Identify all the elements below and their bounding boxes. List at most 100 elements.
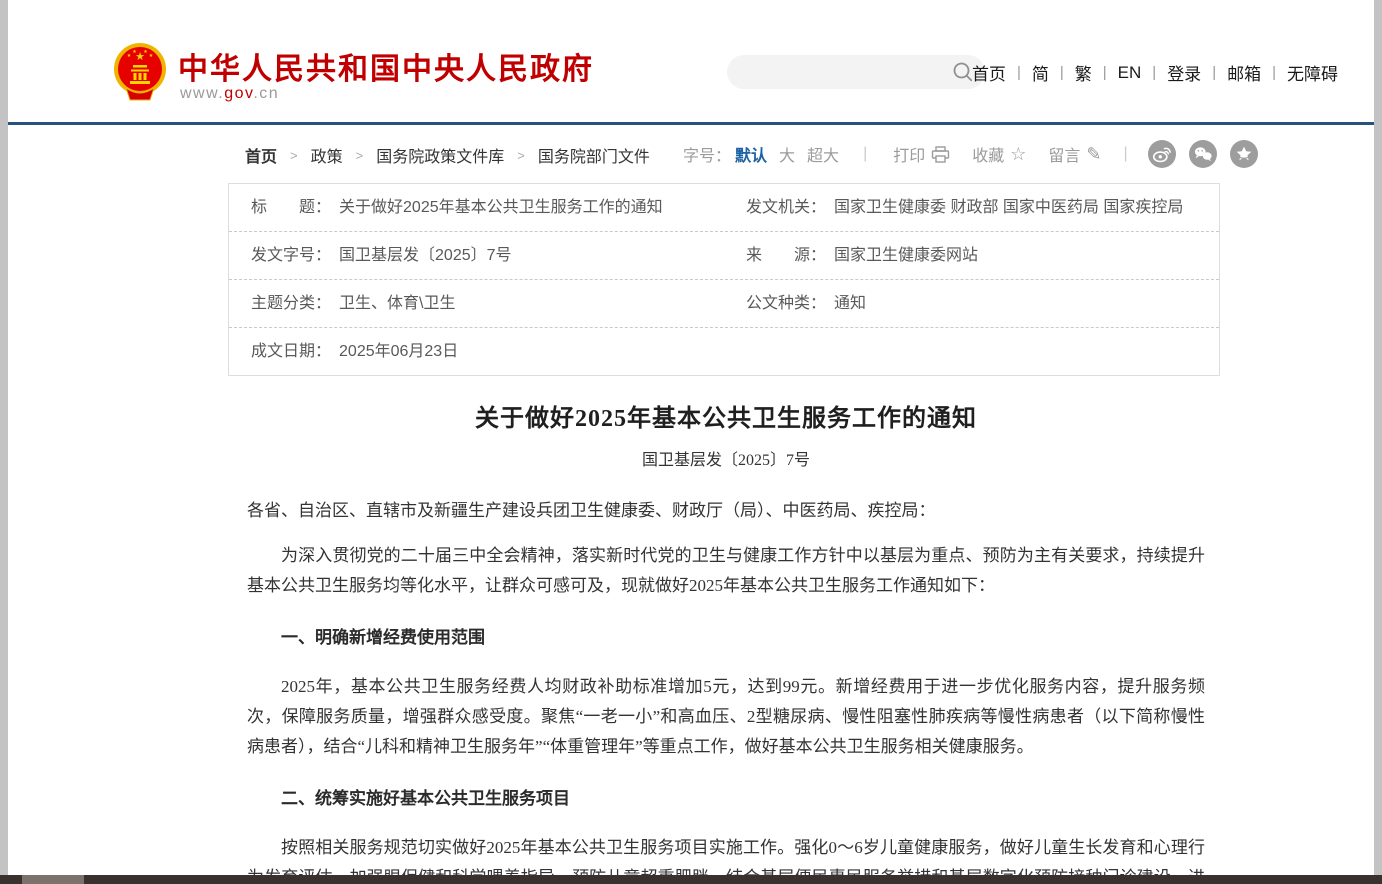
breadcrumb: 首页 > 政策 > 国务院政策文件库 > 国务院部门文件 <box>245 143 650 167</box>
breadcrumb-item-policy[interactable]: 政策 <box>311 143 343 167</box>
nav-item-mail[interactable]: 邮箱 <box>1227 60 1261 85</box>
site-url-www: www. <box>180 85 224 102</box>
nav-divider: | <box>1272 64 1276 81</box>
comment-label: 留言 <box>1048 142 1080 166</box>
favorite-label: 收藏 <box>972 142 1004 166</box>
meta-row: 标 题： 关于做好2025年基本公共卫生服务工作的通知 发文机关： 国家卫生健康… <box>229 184 1219 232</box>
print-label: 打印 <box>893 142 925 166</box>
right-edge-strip <box>1374 0 1382 884</box>
page: ★ ★ ★ ★ ★ 中华人民共和国中央人民政府 www.gov.cn <box>0 0 1382 884</box>
weibo-icon <box>1148 140 1176 168</box>
section-heading-2: 二、统筹实施好基本公共卫生服务项目 <box>247 784 1205 809</box>
share-weibo-button[interactable] <box>1148 140 1176 168</box>
divider: | <box>1124 145 1128 163</box>
meta-row: 成文日期： 2025年06月23日 <box>229 328 1219 375</box>
print-button[interactable]: 打印 <box>893 142 950 166</box>
meta-cell-source: 来 源： 国家卫生健康委网站 <box>724 232 1219 279</box>
left-edge-strip <box>0 0 8 884</box>
search-icon[interactable] <box>952 61 974 83</box>
share-wechat-button[interactable] <box>1189 140 1217 168</box>
meta-cell-title: 标 题： 关于做好2025年基本公共卫生服务工作的通知 <box>229 184 724 231</box>
subheader: 首页 > 政策 > 国务院政策文件库 > 国务院部门文件 字号： 默认 大 超大… <box>0 125 1382 183</box>
nav-divider: | <box>1017 64 1021 81</box>
meta-value: 2025年06月23日 <box>339 342 458 361</box>
nav-item-traditional[interactable]: 繁 <box>1075 60 1092 85</box>
meta-value: 关于做好2025年基本公共卫生服务工作的通知 <box>339 198 663 217</box>
meta-cell-issue-date: 成文日期： 2025年06月23日 <box>229 328 724 375</box>
breadcrumb-item-home[interactable]: 首页 <box>245 143 277 167</box>
doc-number: 国卫基层发〔2025〕7号 <box>247 446 1205 470</box>
share-qzone-button[interactable] <box>1230 140 1258 168</box>
wechat-icon <box>1189 140 1217 168</box>
pencil-icon: ✎ <box>1086 145 1101 163</box>
meta-label: 发文机关： <box>746 198 826 217</box>
nav-divider: | <box>1060 64 1064 81</box>
meta-row: 发文字号： 国卫基层发〔2025〕7号 来 源： 国家卫生健康委网站 <box>229 232 1219 280</box>
article: 关于做好2025年基本公共卫生服务工作的通知 国卫基层发〔2025〕7号 各省、… <box>247 398 1205 884</box>
svg-text:★: ★ <box>143 49 148 55</box>
font-size-default-button[interactable]: 默认 <box>735 142 767 166</box>
national-emblem-icon: ★ ★ ★ ★ ★ <box>112 42 168 102</box>
star-icon: ☆ <box>1010 145 1026 163</box>
meta-cell-topic-category: 主题分类： 卫生、体育\卫生 <box>229 280 724 327</box>
meta-row: 主题分类： 卫生、体育\卫生 公文种类： 通知 <box>229 280 1219 328</box>
site-url-gov: gov <box>224 85 253 102</box>
breadcrumb-separator: > <box>290 148 298 163</box>
font-size-large-button[interactable]: 大 <box>779 142 795 166</box>
paragraph: 为深入贯彻党的二十届三中全会精神，落实新时代党的卫生与健康工作方针中以基层为重点… <box>247 541 1205 601</box>
nav-divider: | <box>1103 64 1107 81</box>
divider: | <box>863 145 867 163</box>
qzone-star-icon <box>1230 140 1258 168</box>
meta-cell-issuing-agency: 发文机关： 国家卫生健康委 财政部 国家中医药局 国家疾控局 <box>724 184 1219 231</box>
meta-label: 标 题： <box>251 198 331 217</box>
doc-meta-table: 标 题： 关于做好2025年基本公共卫生服务工作的通知 发文机关： 国家卫生健康… <box>228 183 1220 376</box>
meta-cell-doc-number: 发文字号： 国卫基层发〔2025〕7号 <box>229 232 724 279</box>
nav-divider: | <box>1152 64 1156 81</box>
font-size-label: 字号： <box>683 142 731 166</box>
breadcrumb-separator: > <box>356 148 364 163</box>
meta-label: 来 源： <box>746 246 826 265</box>
nav-item-simplified[interactable]: 简 <box>1032 60 1049 85</box>
meta-label: 发文字号： <box>251 246 331 265</box>
site-title: 中华人民共和国中央人民政府 <box>178 44 594 88</box>
meta-value: 国家卫生健康委 财政部 国家中医药局 国家疾控局 <box>834 198 1183 217</box>
search-input[interactable] <box>727 64 952 81</box>
nav-item-english[interactable]: EN <box>1118 63 1142 83</box>
nav-item-home[interactable]: 首页 <box>972 60 1006 85</box>
meta-cell-doc-type: 公文种类： 通知 <box>724 280 1219 327</box>
nav-divider: | <box>1212 64 1216 81</box>
horizontal-scrollbar[interactable] <box>0 875 1382 884</box>
meta-label: 公文种类： <box>746 294 826 313</box>
meta-cell-empty <box>724 328 1219 375</box>
meta-value: 通知 <box>834 294 866 313</box>
share-buttons <box>1148 140 1258 168</box>
site-url: www.gov.cn <box>180 85 279 103</box>
national-emblem-logo: ★ ★ ★ ★ ★ <box>112 42 168 102</box>
printer-icon <box>931 146 950 163</box>
breadcrumb-separator: > <box>517 148 525 163</box>
font-size-xlarge-button[interactable]: 超大 <box>807 142 839 166</box>
svg-text:★: ★ <box>127 53 132 59</box>
article-title: 关于做好2025年基本公共卫生服务工作的通知 <box>247 398 1205 433</box>
paragraph: 2025年，基本公共卫生服务经费人均财政补助标准增加5元，达到99元。新增经费用… <box>247 672 1205 762</box>
address-line: 各省、自治区、直辖市及新疆生产建设兵团卫生健康委、财政厅（局）、中医药局、疾控局… <box>247 496 1205 526</box>
comment-button[interactable]: 留言 ✎ <box>1048 142 1101 166</box>
search-box[interactable] <box>727 55 985 89</box>
meta-label: 主题分类： <box>251 294 331 313</box>
section-heading-1: 一、明确新增经费使用范围 <box>247 623 1205 648</box>
main-nav: 首页 | 简 | 繁 | EN | 登录 | 邮箱 | 无障碍 <box>972 60 1338 85</box>
nav-item-login[interactable]: 登录 <box>1167 60 1201 85</box>
site-header: ★ ★ ★ ★ ★ 中华人民共和国中央人民政府 www.gov.cn <box>0 0 1382 125</box>
breadcrumb-item-department-docs[interactable]: 国务院部门文件 <box>538 143 650 167</box>
nav-item-accessibility[interactable]: 无障碍 <box>1287 60 1338 85</box>
meta-value: 国家卫生健康委网站 <box>834 246 978 265</box>
svg-text:★: ★ <box>132 49 137 55</box>
breadcrumb-item-policy-library[interactable]: 国务院政策文件库 <box>376 143 504 167</box>
meta-value: 国卫基层发〔2025〕7号 <box>339 246 512 265</box>
favorite-button[interactable]: 收藏 ☆ <box>972 142 1026 166</box>
meta-value: 卫生、体育\卫生 <box>339 294 455 313</box>
scrollbar-thumb[interactable] <box>22 875 84 884</box>
meta-label: 成文日期： <box>251 342 331 361</box>
svg-text:★: ★ <box>149 53 154 59</box>
page-toolbar: 字号： 默认 大 超大 | 打印 收藏 ☆ 留言 <box>683 140 1258 168</box>
